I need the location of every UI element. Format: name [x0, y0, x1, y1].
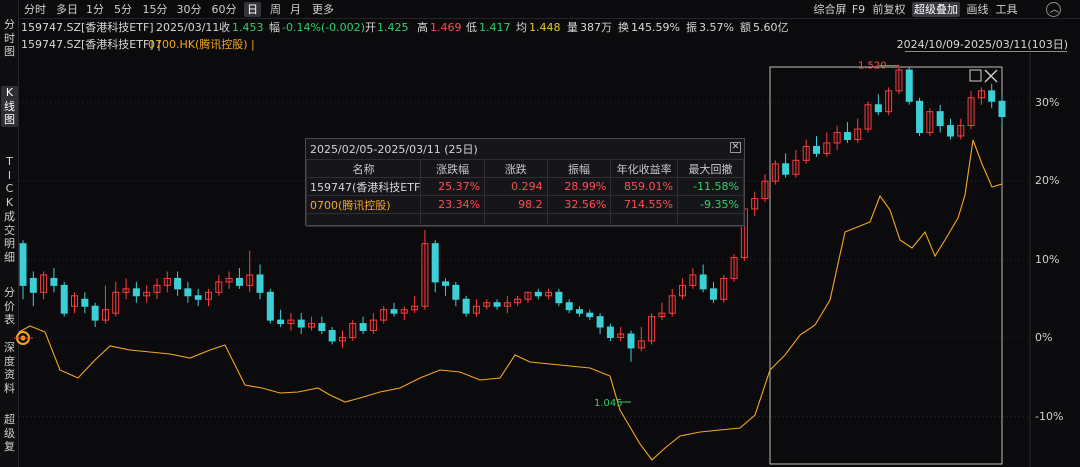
y-axis-label: 30%: [1035, 96, 1060, 109]
candle-body: [555, 291, 563, 304]
candle-body: [709, 288, 717, 300]
row-dd: -9.35%: [676, 195, 745, 214]
interval-stats-popup: 2025/02/05-2025/03/11 (25日) ✕ 名称 涨跌幅 涨跌 …: [305, 138, 745, 227]
col-header: 年化收益率: [610, 159, 678, 178]
row-name: 0700(腾讯控股): [305, 195, 422, 214]
candle-body: [813, 145, 821, 154]
y-axis-label: 10%: [1035, 253, 1060, 266]
candle-body: [782, 163, 790, 175]
candle-body: [235, 277, 243, 286]
candle-body: [699, 274, 707, 290]
candle-body: [266, 291, 274, 321]
candle-body: [431, 243, 439, 283]
candle-body: [256, 274, 264, 293]
candle-body: [534, 291, 542, 297]
maximize-icon: [969, 69, 982, 82]
candle-body: [318, 323, 326, 332]
candle-body: [390, 309, 398, 314]
row-pct: 25.37%: [420, 177, 486, 196]
candle-body: [627, 333, 635, 349]
table-row-blank: [305, 213, 745, 227]
popup-title: 2025/02/05-2025/03/11 (25日): [310, 143, 478, 156]
row-amp: 32.56%: [546, 195, 612, 214]
candle-body: [916, 100, 924, 134]
y-axis-label: 0%: [1035, 331, 1053, 344]
candlestick-chart[interactable]: 1.520 1.045: [0, 0, 1080, 467]
candle-body: [132, 288, 140, 297]
candle-body: [596, 316, 604, 328]
candle-body: [19, 243, 27, 286]
candle-body: [194, 295, 202, 300]
row-pct: 23.34%: [420, 195, 486, 214]
candle-body: [905, 69, 913, 102]
stats-table: 名称 涨跌幅 涨跌 振幅 年化收益率 最大回撤 159747(香港科技ETF 2…: [305, 159, 745, 227]
candle-body: [452, 284, 460, 300]
row-annual: 859.01%: [610, 177, 678, 196]
candle-body: [184, 288, 192, 297]
candle-body: [297, 319, 305, 328]
candle-body: [50, 277, 58, 286]
candle-body: [277, 319, 285, 325]
row-chg: 0.294: [484, 177, 548, 196]
candle-body: [174, 277, 182, 290]
row-amp: 28.99%: [546, 177, 612, 196]
table-row[interactable]: 159747(香港科技ETF 25.37% 0.294 28.99% 859.0…: [305, 177, 745, 196]
table-header-row: 名称 涨跌幅 涨跌 振幅 年化收益率 最大回撤: [305, 159, 745, 178]
col-header: 涨跌幅: [420, 159, 486, 178]
candle-body: [998, 100, 1006, 118]
candle-body: [988, 90, 996, 102]
candle-body: [586, 312, 594, 318]
row-name: 159747(香港科技ETF: [305, 177, 422, 196]
candle-body: [936, 111, 944, 127]
candle-body: [843, 132, 851, 140]
col-header: 涨跌: [484, 159, 548, 178]
high-marker-label: 1.520: [858, 61, 887, 72]
candle-body: [575, 309, 583, 314]
y-axis-label: -10%: [1035, 410, 1064, 423]
y-axis-label: 20%: [1035, 174, 1060, 187]
candle-body: [359, 323, 367, 332]
candle-body: [493, 302, 501, 307]
candle-body: [60, 284, 68, 314]
low-marker-label: 1.045: [594, 398, 623, 409]
candle-body: [874, 104, 882, 113]
candle-body: [946, 125, 954, 137]
col-header: 最大回撤: [676, 159, 745, 178]
candle-body: [442, 281, 450, 286]
row-annual: 714.55%: [610, 195, 678, 214]
candle-body: [29, 277, 37, 293]
col-header: 名称: [305, 159, 422, 178]
col-header: 振幅: [546, 159, 612, 178]
row-chg: 98.2: [484, 195, 548, 214]
candle-body: [81, 298, 89, 307]
candle-body: [606, 326, 614, 338]
candle-body: [91, 305, 99, 321]
selection-box: [769, 66, 1003, 465]
close-icon[interactable]: ✕: [730, 142, 741, 153]
table-row[interactable]: 0700(腾讯控股) 23.34% 98.2 32.56% 714.55% -9…: [305, 195, 745, 214]
candle-body: [565, 302, 573, 311]
candle-body: [462, 298, 470, 314]
row-dd: -11.58%: [676, 177, 745, 196]
candle-body: [328, 330, 336, 342]
